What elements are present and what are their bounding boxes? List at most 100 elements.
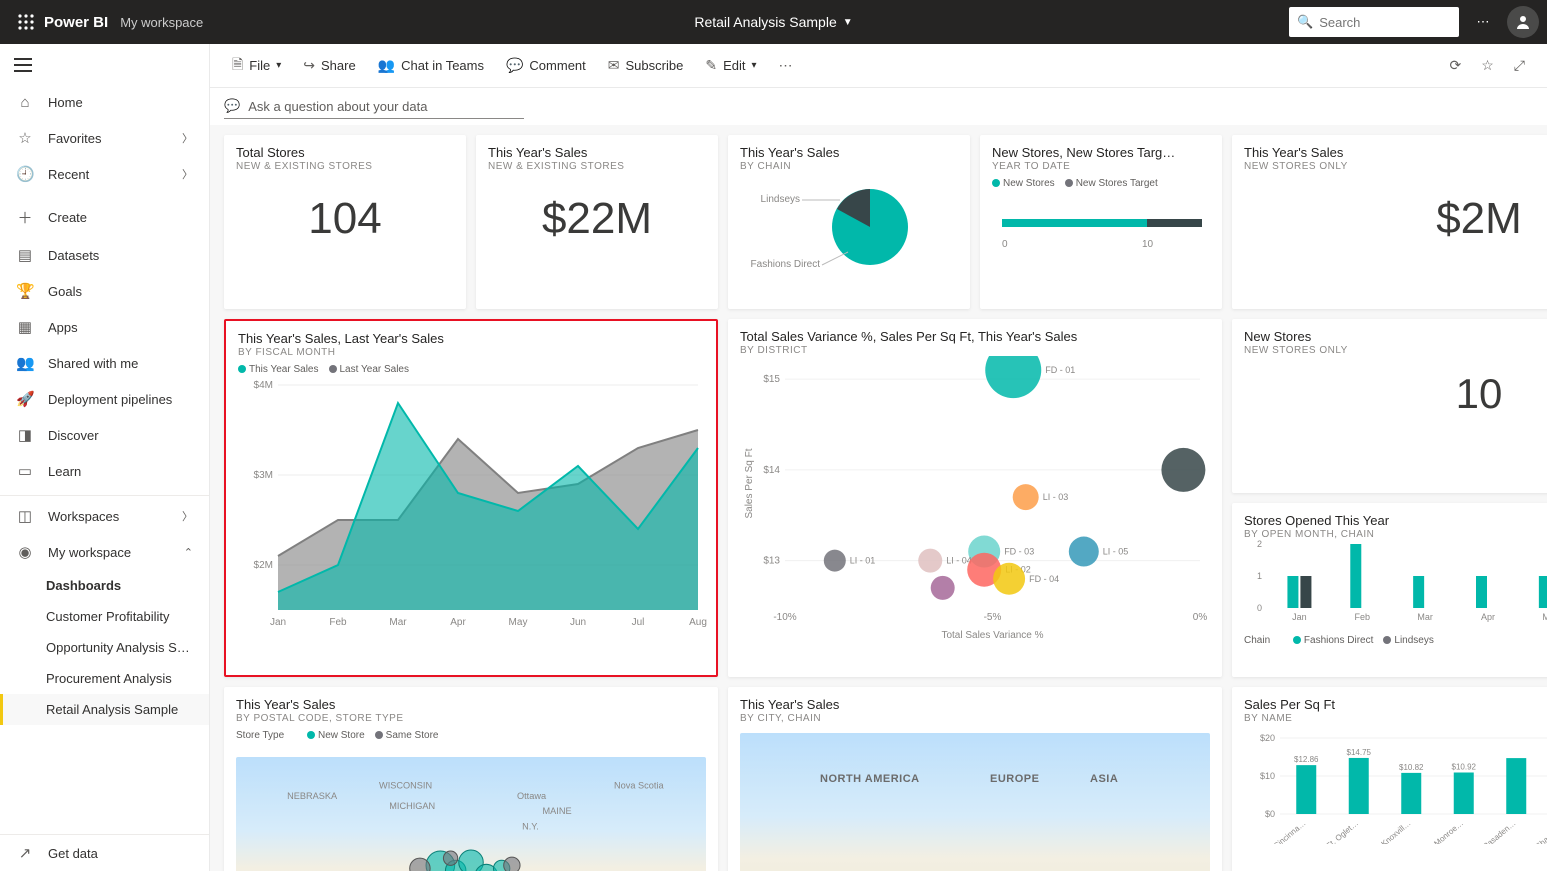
avatar[interactable] [1507, 6, 1539, 38]
more-icon[interactable]: ⋯ [1467, 6, 1499, 38]
svg-text:$3M: $3M [254, 470, 273, 481]
svg-text:Mar: Mar [1417, 612, 1433, 622]
svg-text:May: May [509, 617, 528, 628]
svg-text:$10.92: $10.92 [1452, 763, 1477, 772]
cmd-file[interactable]: 🗎File▾ [224, 48, 289, 84]
svg-text:$10.82: $10.82 [1399, 763, 1424, 772]
svg-text:$15: $15 [763, 374, 780, 385]
svg-text:WISCONSIN: WISCONSIN [379, 781, 432, 791]
report-title: Retail Analysis Sample [694, 14, 836, 30]
tile-stores-target[interactable]: New Stores, New Stores Targ… YEAR TO DAT… [980, 135, 1222, 309]
svg-text:MICHIGAN: MICHIGAN [389, 801, 435, 811]
svg-text:Apr: Apr [450, 617, 466, 628]
tile-sales-by-month[interactable]: This Year's Sales, Last Year's Sales BY … [224, 319, 718, 677]
tile-sales-per-sqft[interactable]: Sales Per Sq Ft BY NAME $0$10$20$12.86Ci… [1232, 687, 1547, 871]
cmd-chat-teams[interactable]: 👥Chat in Teams [370, 51, 492, 80]
svg-text:Jan: Jan [1292, 612, 1307, 622]
teams-icon: 👥 [378, 57, 395, 74]
svg-text:Ft. Oglet…: Ft. Oglet… [1325, 819, 1360, 844]
nav-learn[interactable]: ▭Learn [0, 453, 209, 489]
svg-text:FD - 04: FD - 04 [1029, 574, 1059, 584]
workspace-icon: ◫ [16, 507, 34, 525]
subnav-opportunity-analysis[interactable]: Opportunity Analysis Sample [0, 632, 209, 663]
svg-text:Sharonvi…: Sharonvi… [1534, 819, 1547, 844]
cmd-subscribe[interactable]: ✉Subscribe [600, 51, 692, 80]
svg-text:Fashions Direct: Fashions Direct [751, 259, 821, 270]
people-icon: 👥 [16, 354, 34, 372]
nav-create[interactable]: ＋Create [0, 198, 209, 237]
tile-stores-opened[interactable]: Stores Opened This Year BY OPEN MONTH, C… [1232, 503, 1547, 677]
svg-text:$14: $14 [763, 465, 780, 476]
svg-text:FD - 03: FD - 03 [1004, 547, 1034, 557]
subnav-retail-analysis[interactable]: Retail Analysis Sample [0, 694, 209, 725]
svg-text:LI - 04: LI - 04 [946, 556, 972, 566]
refresh-icon: ⟳ [1450, 57, 1462, 74]
svg-text:$10: $10 [1260, 771, 1275, 781]
tile-ty-sales-2m[interactable]: This Year's Sales NEW STORES ONLY $2M [1232, 135, 1547, 309]
qna-input[interactable]: 💬 Ask a question about your data [224, 98, 524, 119]
global-header: Power BI My workspace Retail Analysis Sa… [0, 0, 1547, 44]
chevron-right-icon: 〉 [182, 166, 193, 182]
search-field[interactable] [1319, 15, 1451, 30]
star-icon: ☆ [16, 129, 34, 147]
tile-sales-by-city[interactable]: This Year's Sales BY CITY, CHAIN NORTH A… [728, 687, 1222, 871]
cmd-refresh[interactable]: ⟳ [1442, 51, 1470, 80]
cmd-more[interactable]: ⋯ [771, 51, 801, 80]
breadcrumb[interactable]: My workspace [120, 15, 203, 30]
tile-new-stores[interactable]: New Stores NEW STORES ONLY 10 [1232, 319, 1547, 493]
svg-text:0: 0 [1257, 603, 1262, 613]
nav-shared[interactable]: 👥Shared with me [0, 345, 209, 381]
svg-text:Monroe…: Monroe… [1432, 819, 1465, 844]
nav-goals[interactable]: 🏆Goals [0, 273, 209, 309]
book-icon: ▭ [16, 462, 34, 480]
cmd-favorite[interactable]: ☆ [1473, 51, 1502, 80]
svg-text:$4M: $4M [254, 380, 273, 391]
tile-sales-by-chain[interactable]: This Year's Sales BY CHAIN Lindseys Fash… [728, 135, 970, 309]
svg-text:NEBRASKA: NEBRASKA [287, 791, 338, 801]
svg-text:$0: $0 [1265, 809, 1275, 819]
area-chart: $2M$3M$4MJanFebMarAprMayJunJulAug [238, 375, 708, 635]
tile-sales-by-postal[interactable]: This Year's Sales BY POSTAL CODE, STORE … [224, 687, 718, 871]
report-title-dropdown[interactable]: Retail Analysis Sample ▼ [694, 14, 852, 30]
svg-text:$14.75: $14.75 [1347, 748, 1372, 757]
cmd-comment[interactable]: 💬Comment [498, 51, 594, 80]
trophy-icon: 🏆 [16, 282, 34, 300]
nav-get-data[interactable]: ↗Get data [0, 834, 209, 871]
tile-variance-bubble[interactable]: Total Sales Variance %, Sales Per Sq Ft,… [728, 319, 1222, 677]
subnav-customer-profitability[interactable]: Customer Profitability [0, 601, 209, 632]
svg-text:Ottawa: Ottawa [517, 791, 547, 801]
nav-favorites[interactable]: ☆Favorites〉 [0, 120, 209, 156]
svg-text:0%: 0% [1193, 612, 1208, 623]
svg-text:FD - 02: FD - 02 [1209, 465, 1210, 475]
svg-text:Apr: Apr [1481, 612, 1495, 622]
nav-my-workspace[interactable]: ◉My workspace⌃ [0, 534, 209, 570]
tile-ty-sales-22m[interactable]: This Year's Sales NEW & EXISTING STORES … [476, 135, 718, 309]
collapse-nav-button[interactable] [0, 48, 209, 85]
nav-home[interactable]: ⌂Home [0, 85, 209, 120]
cmd-share[interactable]: ↪Share [295, 51, 363, 80]
tile-total-stores[interactable]: Total Stores NEW & EXISTING STORES 104 [224, 135, 466, 309]
search-input[interactable]: 🔍 [1289, 7, 1459, 37]
svg-text:10: 10 [1142, 239, 1154, 250]
donut-chart: Lindseys Fashions Direct [740, 172, 960, 282]
arrow-icon: ↗ [16, 844, 34, 862]
cmd-fullscreen[interactable]: ⤢ [1506, 51, 1533, 80]
svg-text:-10%: -10% [773, 612, 796, 623]
nav-recent[interactable]: 🕘Recent〉 [0, 156, 209, 192]
svg-text:-5%: -5% [984, 612, 1002, 623]
nav-apps[interactable]: ▦Apps [0, 309, 209, 345]
svg-text:Cincinna…: Cincinna… [1272, 819, 1308, 844]
subnav-procurement-analysis[interactable]: Procurement Analysis [0, 663, 209, 694]
apps-icon: ▦ [16, 318, 34, 336]
nav-pipelines[interactable]: 🚀Deployment pipelines [0, 381, 209, 417]
brand-label: Power BI [44, 14, 108, 31]
svg-text:Sales Per Sq Ft: Sales Per Sq Ft [744, 448, 755, 518]
app-launcher-icon[interactable] [8, 4, 44, 40]
nav-workspaces[interactable]: ◫Workspaces〉 [0, 498, 209, 534]
svg-text:May: May [1542, 612, 1547, 622]
cmd-edit[interactable]: ✎Edit▾ [697, 51, 764, 80]
svg-text:Jul: Jul [632, 617, 645, 628]
nav-datasets[interactable]: ▤Datasets [0, 237, 209, 273]
nav-discover[interactable]: ◨Discover [0, 417, 209, 453]
subnav-dashboards[interactable]: Dashboards [0, 570, 209, 601]
